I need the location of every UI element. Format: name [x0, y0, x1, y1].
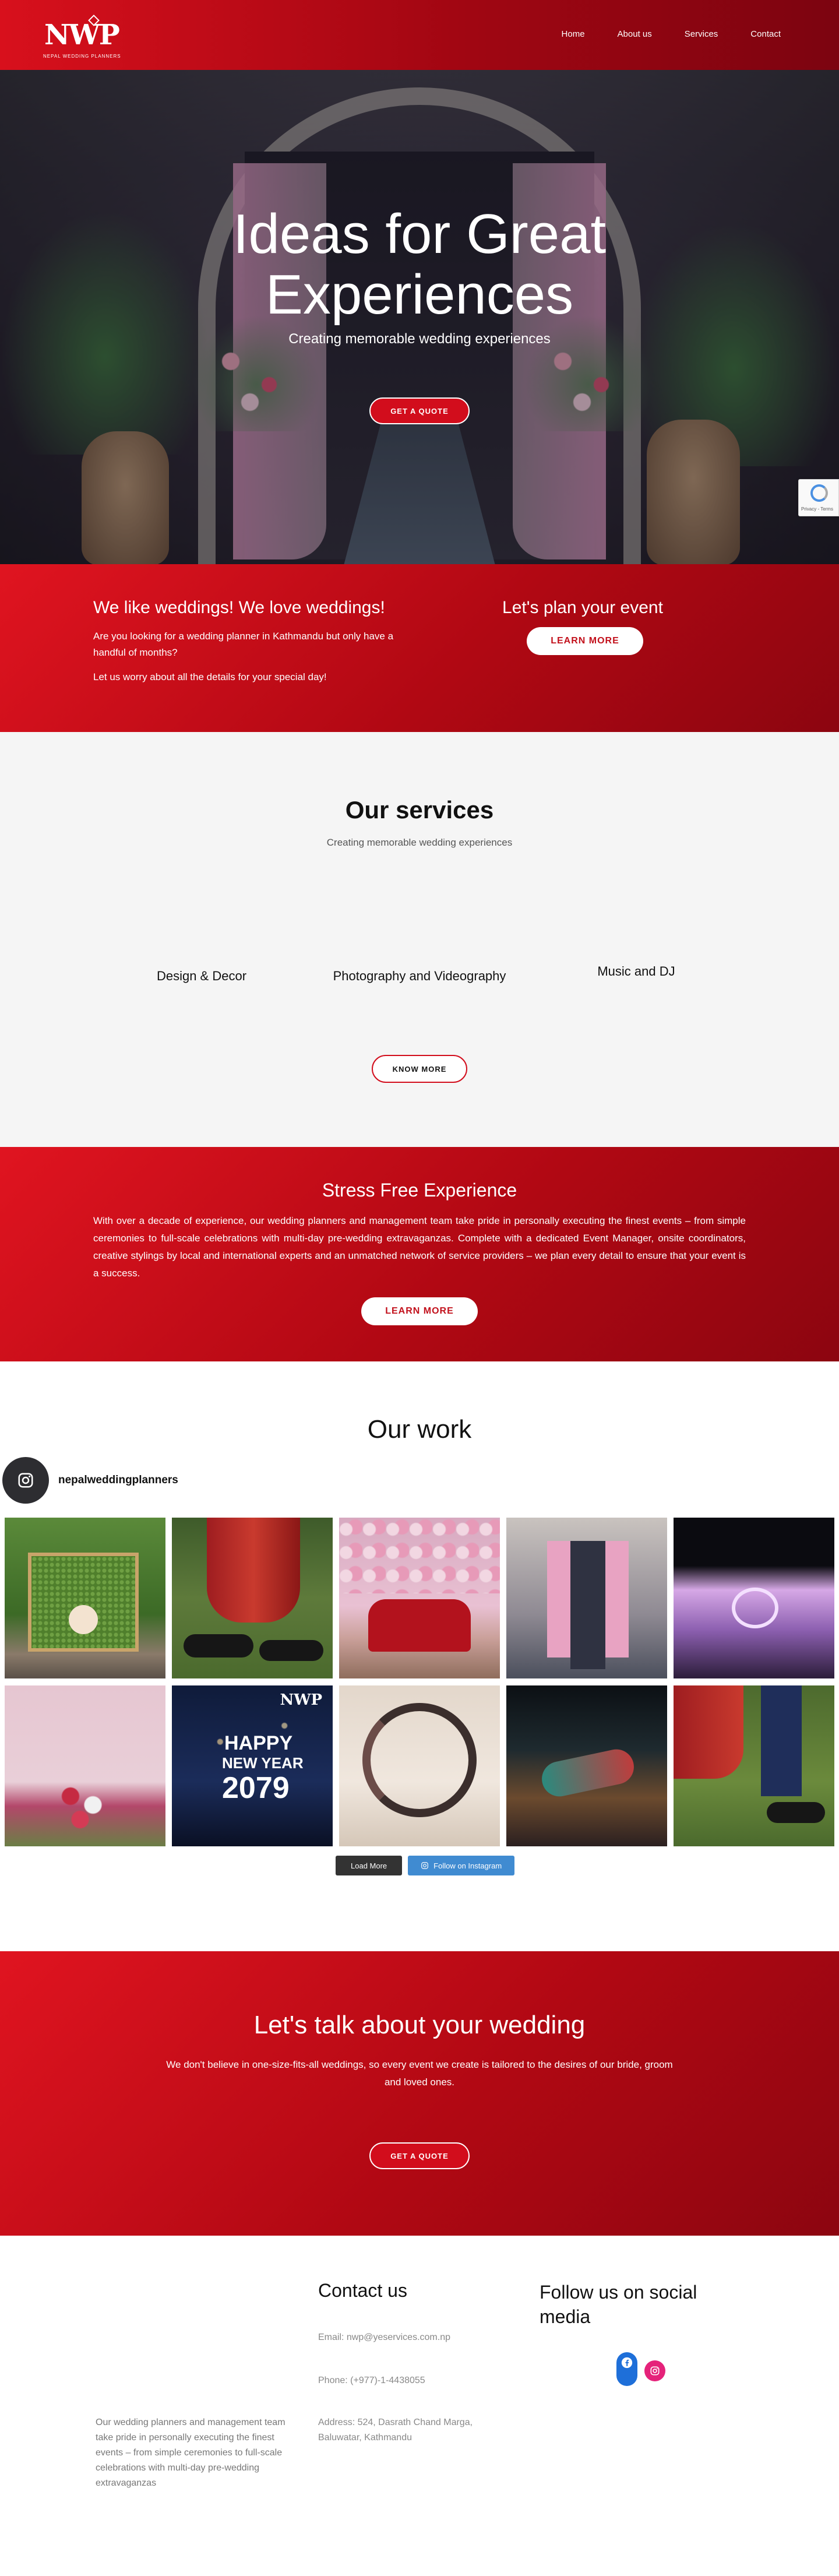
site-footer: Our wedding planners and management team…	[0, 2236, 839, 2576]
services-title: Our services	[345, 796, 494, 824]
logo-subtitle: NEPAL WEDDING PLANNERS	[43, 54, 121, 59]
instagram-post-happy-new-year-card[interactable]: NWP HAPPY NEW YEAR 2079	[172, 1685, 333, 1846]
instagram-feed-actions: Load More Follow on Instagram	[336, 1856, 515, 1875]
load-more-button[interactable]: Load More	[336, 1856, 403, 1875]
instagram-avatar[interactable]	[2, 1457, 49, 1504]
services-subtitle: Creating memorable wedding experiences	[326, 837, 513, 848]
recaptcha-icon	[810, 484, 828, 502]
contact-title: Contact us	[318, 2280, 407, 2301]
services-section: Our services Creating memorable wedding …	[0, 732, 839, 1147]
intro-section: We like weddings! We love weddings! Are …	[0, 564, 839, 732]
instagram-post-green-wall-decor[interactable]	[5, 1518, 165, 1678]
stress-free-learn-more-button[interactable]: LEARN MORE	[361, 1297, 478, 1325]
service-music-dj: Music and DJ	[597, 964, 675, 979]
contact-phone[interactable]: Phone: (+977)-1-4438055	[318, 2373, 510, 2388]
follow-title: Follow us on social media	[540, 2282, 697, 2327]
intro-paragraph-1: Are you looking for a wedding planner in…	[93, 631, 394, 658]
logo-mark: NWP	[44, 19, 120, 51]
nav-contact[interactable]: Contact	[750, 29, 781, 39]
hero-subtitle: Creating memorable wedding experiences	[288, 331, 551, 347]
instagram-feed-grid: NWP HAPPY NEW YEAR 2079	[5, 1518, 834, 1846]
instagram-post-lit-stage-hall[interactable]	[674, 1518, 834, 1678]
hero-title: Ideas for Great Experiences	[0, 204, 839, 325]
instagram-profile-header[interactable]: nepalweddingplanners	[2, 1457, 178, 1504]
instagram-icon	[18, 1473, 33, 1488]
card-logo: NWP	[280, 1691, 322, 1709]
instagram-icon	[421, 1862, 428, 1869]
contact-email[interactable]: Email: nwp@yeservices.com.np	[318, 2330, 510, 2345]
hero-title-line1: Ideas for Great	[232, 203, 607, 265]
our-work-section: Our work nepalweddingplanners NWP HAPPY …	[0, 1361, 839, 1951]
recaptcha-badge[interactable]: Privacy - Terms	[798, 479, 839, 516]
nav-home[interactable]: Home	[562, 29, 585, 39]
talk-title: Let's talk about your wedding	[253, 2011, 586, 2039]
instagram-post-couple-feet[interactable]	[674, 1685, 834, 1846]
stress-free-title: Stress Free Experience	[322, 1180, 517, 1201]
facebook-icon	[621, 2357, 633, 2369]
service-design-decor: Design & Decor	[156, 969, 247, 983]
intro-title: We like weddings! We love weddings!	[93, 598, 385, 617]
stress-free-section: Stress Free Experience With over a decad…	[0, 1147, 839, 1361]
talk-paragraph: We don't believe in one-size-fits-all we…	[166, 2059, 673, 2088]
instagram-post-pink-floral-board[interactable]	[5, 1685, 165, 1846]
talk-get-quote-button[interactable]: GET A QUOTE	[369, 2142, 470, 2169]
card-year-text: 2079	[222, 1771, 290, 1805]
instagram-post-pink-curtain-entrance[interactable]	[506, 1518, 667, 1678]
our-work-title: Our work	[367, 1415, 472, 1444]
instagram-icon	[650, 2366, 660, 2376]
site-header: NWP NEPAL WEDDING PLANNERS Home About us…	[0, 0, 839, 70]
contact-address: Address: 524, Dasrath Chand Marga, Baluw…	[318, 2417, 473, 2443]
instagram-post-floral-ring-arch[interactable]	[339, 1685, 500, 1846]
hero-section: Ideas for Great Experiences Creating mem…	[0, 0, 839, 564]
footer-about-text: Our wedding planners and management team…	[96, 2417, 285, 2488]
recaptcha-links[interactable]: Privacy - Terms	[801, 506, 833, 512]
intro-learn-more-button[interactable]: LEARN MORE	[527, 627, 643, 655]
main-nav: Home About us Services Contact	[562, 29, 781, 39]
card-happy-text: HAPPY	[224, 1732, 293, 1754]
instagram-post-dancers-performance[interactable]	[506, 1685, 667, 1846]
services-know-more-button[interactable]: KNOW MORE	[372, 1055, 467, 1083]
follow-on-instagram-button[interactable]: Follow on Instagram	[408, 1856, 515, 1875]
instagram-post-red-sofa-stage[interactable]	[339, 1518, 500, 1678]
instagram-username[interactable]: nepalweddingplanners	[58, 1474, 178, 1487]
instagram-link[interactable]	[644, 2360, 665, 2381]
talk-section: Let's talk about your wedding We don't b…	[0, 1951, 839, 2236]
intro-paragraph-2: Let us worry about all the details for y…	[93, 671, 327, 682]
service-photography-videography: Photography and Videography	[333, 969, 506, 983]
card-new-year-text: NEW YEAR	[222, 1754, 304, 1772]
facebook-link[interactable]	[616, 2352, 637, 2386]
site-logo[interactable]: NWP NEPAL WEDDING PLANNERS	[43, 15, 131, 59]
nav-about-us[interactable]: About us	[618, 29, 652, 39]
stress-free-paragraph: With over a decade of experience, our we…	[93, 1215, 746, 1279]
nav-services[interactable]: Services	[685, 29, 718, 39]
plan-event-title: Let's plan your event	[502, 598, 663, 617]
follow-on-instagram-label: Follow on Instagram	[433, 1861, 502, 1870]
hero-title-line2: Experiences	[265, 263, 574, 326]
hero-get-quote-button[interactable]: GET A QUOTE	[369, 397, 470, 424]
instagram-post-groom-shoes[interactable]	[172, 1518, 333, 1678]
